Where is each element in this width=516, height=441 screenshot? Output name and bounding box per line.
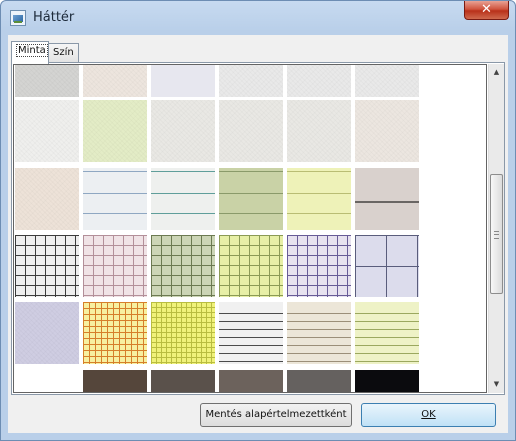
pattern-swatch-paper-light-texture[interactable] (287, 100, 351, 162)
scrollbar-thumb[interactable] (490, 174, 503, 294)
background-image-icon (10, 10, 26, 26)
tab-minta[interactable]: Minta (11, 41, 49, 64)
pattern-swatch-grid-small-black[interactable] (15, 235, 79, 297)
pattern-swatch-grid-small-yellow[interactable] (219, 235, 283, 297)
scroll-up-arrow-icon[interactable]: ▲ (489, 64, 504, 80)
pattern-swatch-plain-lavender[interactable] (151, 65, 215, 97)
pattern-swatch-ruled-yellow-lines[interactable] (287, 168, 351, 230)
pattern-swatch-paper-light-texture[interactable] (151, 100, 215, 162)
pattern-swatch-grid-small-green[interactable] (151, 235, 215, 297)
pattern-swatch-grid-orange-graph[interactable] (83, 302, 147, 364)
pattern-swatch-solid-gray-brown[interactable] (219, 370, 283, 392)
pattern-swatch-plain-pale-gray[interactable] (287, 65, 351, 97)
pattern-swatch-solid-black[interactable] (355, 370, 419, 392)
pattern-swatch-solid-dark-brown[interactable] (83, 370, 147, 392)
window-title: Háttér (33, 10, 75, 25)
scroll-down-arrow-icon[interactable]: ▼ (489, 376, 504, 392)
ok-button[interactable]: OK (361, 403, 496, 427)
pattern-panel: ▲ ▼ (11, 62, 505, 395)
pattern-swatch-plain-pale-gray[interactable] (355, 65, 419, 97)
pattern-swatch-lines-green-stripes[interactable] (355, 302, 419, 364)
title-bar: Háttér ✕ (1, 1, 515, 35)
pattern-swatch-grid-large-blue[interactable] (355, 235, 419, 297)
pattern-swatch-solid-dark-gray[interactable] (287, 370, 351, 392)
tab-minta-label: Minta (16, 44, 48, 57)
pattern-swatch-grid-small-pink[interactable] (83, 235, 147, 297)
grip-icon (494, 231, 499, 239)
pattern-swatch-lines-beige-stripes[interactable] (287, 302, 351, 364)
pattern-swatch-solid-dark-gray-brown[interactable] (151, 370, 215, 392)
pattern-swatch-ruled-olive-lines[interactable] (219, 168, 283, 230)
ok-button-label: OK (421, 409, 436, 420)
pattern-swatch-plain-light-gray[interactable] (15, 65, 79, 97)
dialog-content: Minta Szín ▲ ▼ Mentés alapértelmezettkén… (8, 35, 508, 433)
pattern-swatch-ruled-blue-lines[interactable] (83, 168, 147, 230)
pattern-swatch-paper-light-texture[interactable] (219, 100, 283, 162)
pattern-grid (13, 64, 487, 393)
pattern-swatch-plain-white[interactable] (15, 370, 79, 392)
pattern-swatch-plain-peach[interactable] (83, 65, 147, 97)
pattern-swatch-paper-white-texture[interactable] (15, 100, 79, 162)
close-button[interactable]: ✕ (464, 1, 509, 20)
pattern-swatch-paper-lavender-texture[interactable] (15, 302, 79, 364)
pattern-swatch-lines-gray-stripes[interactable] (219, 302, 283, 364)
pattern-swatch-plain-pale-green[interactable] (83, 100, 147, 162)
pattern-swatch-paper-cream-texture[interactable] (355, 100, 419, 162)
tab-szin[interactable]: Szín (48, 43, 79, 63)
pattern-swatch-plain-pale-gray[interactable] (219, 65, 283, 97)
pattern-swatch-ruled-teal-lines[interactable] (151, 168, 215, 230)
vertical-scrollbar[interactable]: ▲ ▼ (488, 64, 504, 393)
tab-szin-label: Szín (53, 47, 74, 58)
pattern-swatch-ruled-gray-thick-line[interactable] (355, 168, 419, 230)
pattern-swatch-grid-yellow-fine[interactable] (151, 302, 215, 364)
dialog-window: Háttér ✕ Minta Szín ▲ ▼ Mentés alapértel… (0, 0, 516, 441)
pattern-swatch-grid-small-purple[interactable] (287, 235, 351, 297)
pattern-swatch-paper-peach-texture[interactable] (15, 168, 79, 230)
save-as-default-button[interactable]: Mentés alapértelmezettként (200, 403, 352, 427)
